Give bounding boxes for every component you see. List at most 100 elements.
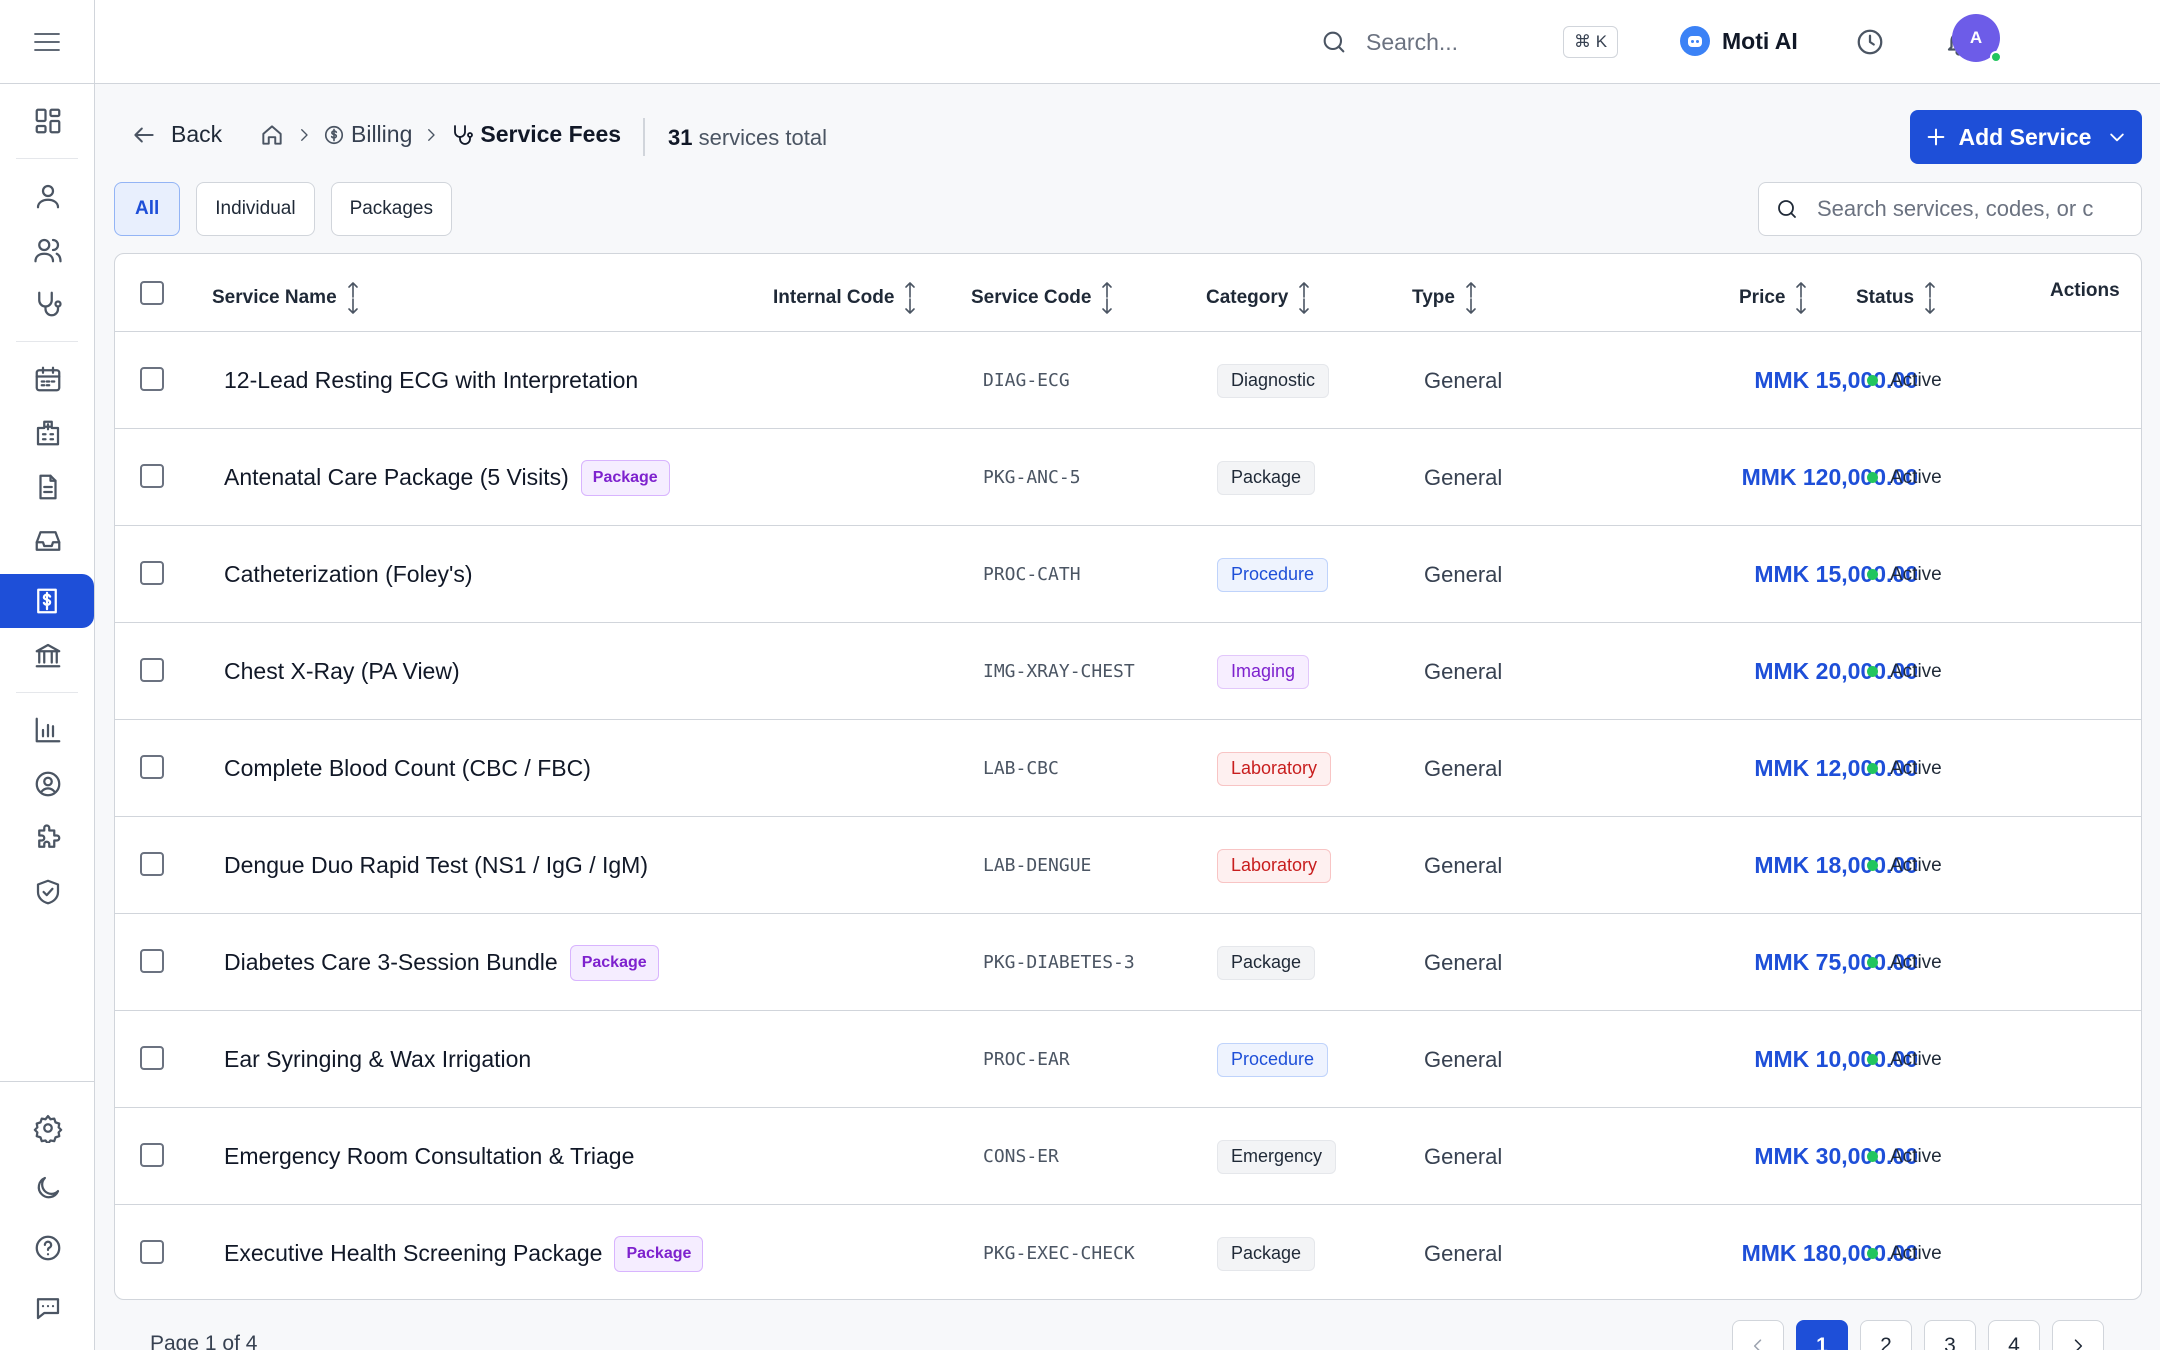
sidebar-item-documents[interactable] [0, 460, 95, 514]
select-all-checkbox[interactable] [140, 281, 164, 305]
help-button[interactable] [0, 1218, 95, 1278]
category-badge: Package [1217, 460, 1316, 495]
table-row[interactable]: Diabetes Care 3-Session Bundle Package PKG… [115, 914, 2141, 1011]
document-icon [38, 474, 57, 500]
global-search[interactable]: Search... [1320, 22, 1458, 62]
breadcrumb-billing[interactable]: Billing [323, 121, 412, 148]
sidebar-item-finance[interactable] [0, 628, 95, 682]
page-button-4[interactable]: 4 [1988, 1320, 2040, 1350]
page-button-2[interactable]: 2 [1860, 1320, 1912, 1350]
column-service-name[interactable]: Service Name [212, 280, 361, 316]
sidebar-item-reports[interactable] [0, 703, 95, 757]
sidebar-item-facility[interactable] [0, 406, 95, 460]
category-cell: Emergency [1217, 1108, 1337, 1205]
billing-icon [37, 588, 57, 614]
column-status[interactable]: Status [1856, 280, 1938, 316]
table-row[interactable]: 12-Lead Resting ECG with Interpretation D… [115, 332, 2141, 429]
next-page-button[interactable] [2052, 1320, 2104, 1350]
service-name[interactable]: Chest X-Ray (PA View) [224, 658, 460, 685]
global-search-placeholder[interactable]: Search... [1366, 29, 1458, 56]
service-name[interactable]: Ear Syringing & Wax Irrigation [224, 1046, 531, 1073]
sidebar-item-billing[interactable] [0, 574, 94, 628]
column-actions: Actions [2050, 280, 2120, 301]
row-checkbox[interactable] [140, 949, 164, 973]
row-checkbox[interactable] [140, 561, 164, 585]
table-row[interactable]: Chest X-Ray (PA View) IMG-XRAY-CHEST Imagi… [115, 623, 2141, 720]
category-badge: Package [1217, 945, 1316, 980]
sidebar-item-security[interactable] [0, 865, 95, 919]
column-price[interactable]: Price [1739, 280, 1809, 316]
row-checkbox[interactable] [140, 464, 164, 488]
row-checkbox[interactable] [140, 367, 164, 391]
table-row[interactable]: Executive Health Screening Package Packag… [115, 1205, 2141, 1299]
service-search-placeholder: Search services, codes, or c [1817, 196, 2094, 221]
service-search-input[interactable]: Search services, codes, or c [1758, 182, 2142, 236]
sort-icon [345, 280, 361, 316]
category-badge: Laboratory [1217, 751, 1332, 786]
service-name[interactable]: Dengue Duo Rapid Test (NS1 / IgG / IgM) [224, 852, 648, 879]
row-checkbox[interactable] [140, 852, 164, 876]
table-row[interactable]: Dengue Duo Rapid Test (NS1 / IgG / IgM) L… [115, 817, 2141, 914]
row-checkbox[interactable] [140, 755, 164, 779]
status-cell: Active [1867, 720, 1942, 817]
table-row[interactable]: Antenatal Care Package (5 Visits) Package… [115, 429, 2141, 526]
status-cell: Active [1867, 623, 1942, 720]
column-service-code[interactable]: Service Code [971, 280, 1115, 316]
breadcrumb-current: Service Fees [450, 121, 621, 148]
row-checkbox[interactable] [140, 1046, 164, 1070]
sidebar-item-users[interactable] [0, 223, 95, 277]
sidebar-item-account[interactable] [0, 757, 95, 811]
category-cell: Package [1217, 1205, 1316, 1299]
tab-all[interactable]: All [114, 182, 181, 236]
theme-toggle-button[interactable] [0, 1158, 95, 1218]
tab-individual[interactable]: Individual [196, 182, 315, 236]
back-button[interactable]: Back [131, 121, 222, 148]
table-row[interactable]: Catheterization (Foley's) PROC-CATH Proced… [115, 526, 2141, 623]
sidebar-item-patient[interactable] [0, 169, 95, 223]
column-type[interactable]: Type [1412, 280, 1479, 316]
sort-icon [1296, 280, 1312, 316]
table-row[interactable]: Complete Blood Count (CBC / FBC) LAB-CBC L… [115, 720, 2141, 817]
service-code: PROC-CATH [983, 564, 1081, 585]
history-button[interactable] [1855, 27, 1885, 57]
sidebar-item-calendar[interactable] [0, 352, 95, 406]
sidebar-item-inbox[interactable] [0, 514, 95, 568]
service-name[interactable]: Antenatal Care Package (5 Visits) [224, 464, 569, 491]
feedback-button[interactable] [0, 1278, 95, 1338]
sidebar-header [0, 0, 94, 84]
service-type: General [1424, 561, 1503, 587]
table-row[interactable]: Emergency Room Consultation & Triage CONS… [115, 1108, 2141, 1205]
sidebar-item-dashboard[interactable] [0, 94, 95, 148]
tab-packages[interactable]: Packages [330, 182, 453, 236]
service-name[interactable]: Catheterization (Foley's) [224, 561, 473, 588]
type-cell: General [1424, 1108, 1502, 1205]
status-badge: Active [1890, 951, 1942, 973]
add-service-button[interactable]: Add Service [1910, 110, 2142, 164]
service-name[interactable]: Emergency Room Consultation & Triage [224, 1143, 634, 1170]
type-cell: General [1424, 623, 1502, 720]
service-name-cell: Complete Blood Count (CBC / FBC) [224, 720, 591, 817]
row-checkbox[interactable] [140, 1240, 164, 1264]
row-checkbox[interactable] [140, 1143, 164, 1167]
breadcrumb-home[interactable] [259, 122, 285, 148]
settings-button[interactable] [0, 1098, 95, 1158]
service-name[interactable]: Complete Blood Count (CBC / FBC) [224, 755, 591, 782]
service-name[interactable]: 12-Lead Resting ECG with Interpretation [224, 367, 638, 394]
table-row[interactable]: Ear Syringing & Wax Irrigation PROC-EAR Pr… [115, 1011, 2141, 1108]
sidebar-item-integrations[interactable] [0, 811, 95, 865]
prev-page-button[interactable] [1732, 1320, 1784, 1350]
menu-toggle-button[interactable] [32, 30, 62, 54]
filter-tabs: All Individual Packages [114, 182, 453, 236]
page-button-1[interactable]: 1 [1796, 1320, 1848, 1350]
service-name[interactable]: Diabetes Care 3-Session Bundle [224, 949, 558, 976]
assistant-button[interactable]: Moti AI [1680, 26, 1798, 56]
service-type: General [1424, 658, 1503, 684]
column-internal-code[interactable]: Internal Code [773, 280, 918, 316]
service-code-cell: DIAG-ECG [983, 332, 1070, 429]
service-code-cell: CONS-ER [983, 1108, 1059, 1205]
column-category[interactable]: Category [1206, 280, 1312, 316]
service-name[interactable]: Executive Health Screening Package [224, 1240, 602, 1267]
page-button-3[interactable]: 3 [1924, 1320, 1976, 1350]
row-checkbox[interactable] [140, 658, 164, 682]
sidebar-item-clinical[interactable] [0, 277, 95, 331]
